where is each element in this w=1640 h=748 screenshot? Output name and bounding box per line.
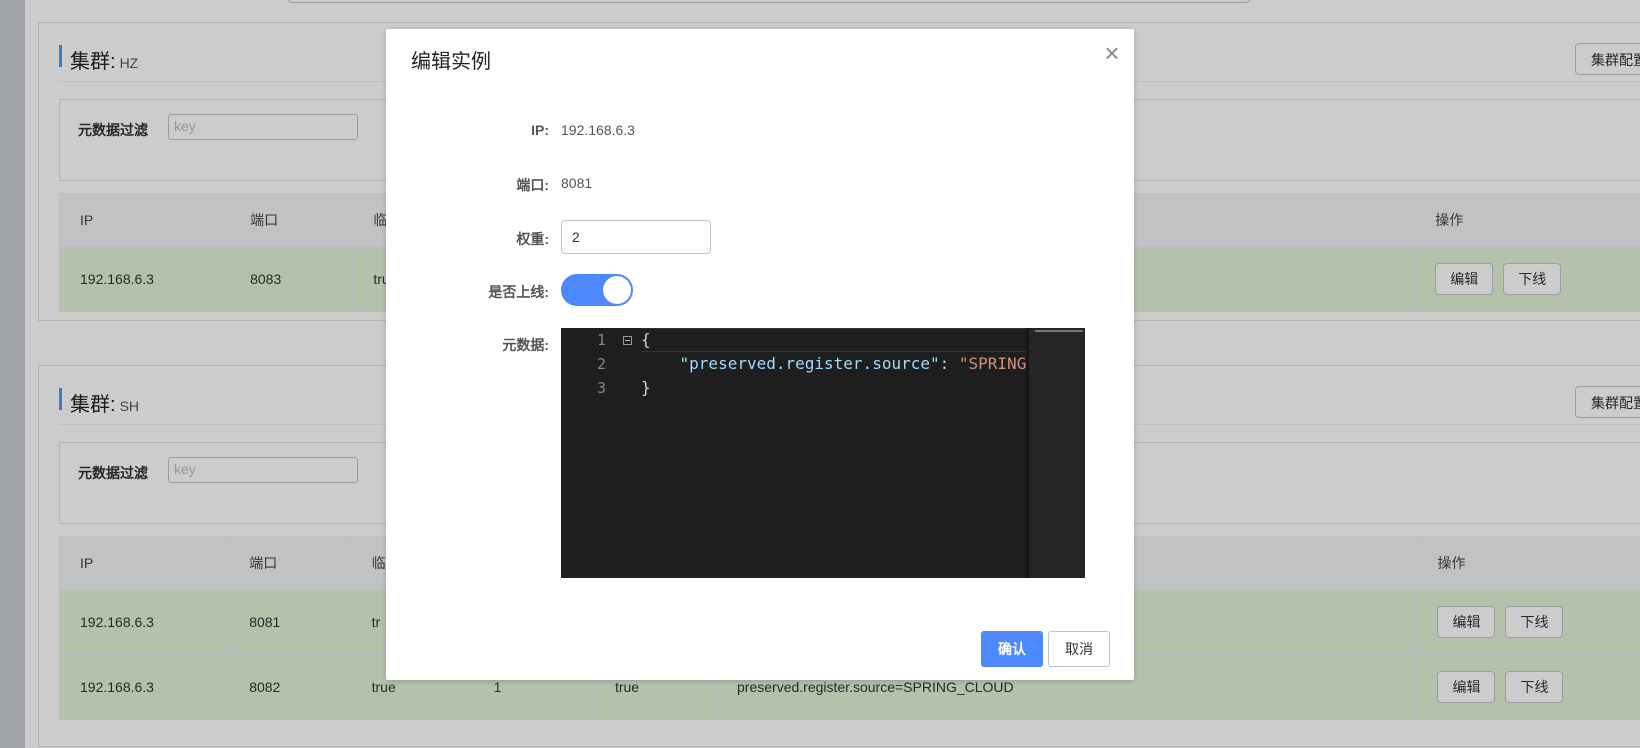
online-toggle[interactable] [561, 274, 633, 306]
cancel-button[interactable]: 取消 [1048, 631, 1110, 667]
json-colon: : [939, 354, 959, 373]
metadata-label: 元数据: [502, 337, 549, 353]
dialog-title: 编辑实例 [411, 51, 491, 73]
line-number: 1 [597, 331, 607, 349]
fold-toggle-icon[interactable] [623, 336, 632, 345]
code-line: } [641, 378, 651, 397]
port-label: 端口: [516, 177, 549, 193]
edit-instance-dialog: 编辑实例 × IP: 192.168.6.3 端口: 8081 权重: 2 是否… [386, 29, 1134, 680]
weight-input[interactable]: 2 [561, 220, 711, 254]
online-label: 是否上线: [488, 284, 549, 300]
line-number: 3 [597, 379, 607, 397]
ip-value: 192.168.6.3 [561, 122, 635, 138]
toggle-knob [603, 276, 631, 304]
close-icon[interactable]: × [1098, 40, 1126, 69]
minimap-slider[interactable] [1035, 330, 1083, 332]
confirm-button[interactable]: 确认 [981, 631, 1043, 667]
port-value: 8081 [561, 175, 593, 191]
line-number: 2 [597, 355, 607, 373]
editor-minimap[interactable] [1026, 328, 1085, 578]
metadata-code-editor[interactable]: 1 2 3 { "preserved.register.source": "SP… [561, 328, 1085, 578]
editor-gutter: 1 2 3 [561, 328, 636, 578]
code-line: "preserved.register.source": "SPRING [641, 354, 1027, 373]
weight-label: 权重: [516, 231, 549, 247]
code-line: { [641, 330, 651, 349]
ip-label: IP: [531, 122, 549, 138]
json-key: "preserved.register.source" [679, 354, 940, 373]
json-value: "SPRING [958, 354, 1027, 373]
active-line-highlight [641, 328, 1031, 352]
